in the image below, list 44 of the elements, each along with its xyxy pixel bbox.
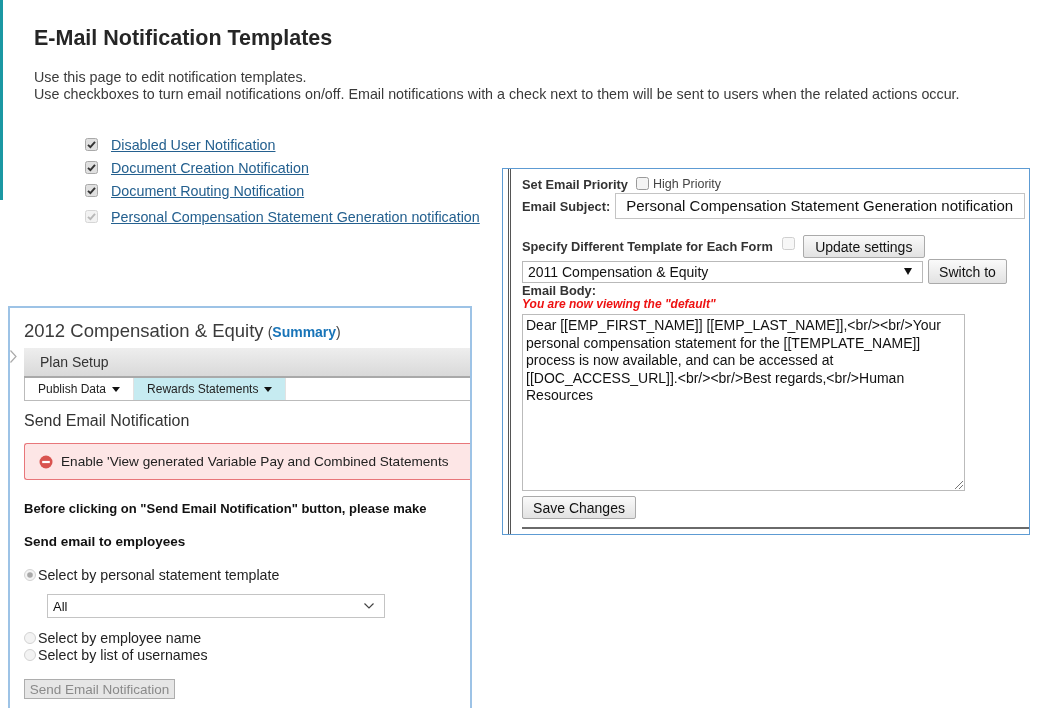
caret-down-icon <box>112 386 121 392</box>
summary-link[interactable]: (Summary) <box>267 324 341 340</box>
radio-button[interactable] <box>24 631 36 644</box>
caret-down-icon <box>264 386 273 392</box>
checkbox[interactable] <box>85 138 98 151</box>
form-select[interactable]: 2011 Compensation & Equity <box>522 260 923 283</box>
email-body-field[interactable]: Dear [[EMP_FIRST_NAME]] [[EMP_LAST_NAME]],<br/><br/>Your personal compensation statement for the [[TEMPLATE_NAME]] process is now available, and can be accessed at [[DOC_ACCESS_URL]].<br/><br/>Best regards,<br/>Human Resources <box>522 314 965 491</box>
notification-link[interactable]: Document Creation Notification <box>111 159 309 176</box>
checkbox[interactable] <box>635 176 649 190</box>
priority-label: Set Email Priority <box>522 176 628 192</box>
intro-text: Use checkboxes to turn email notifications on/off. Email notifications with a check next to them will be sent to users when the related actions occur. <box>34 86 960 103</box>
intro-text: Use this page to edit notification templates. <box>34 69 308 86</box>
recipients-heading: Send email to employees <box>24 533 187 551</box>
viewing-note: You are now viewing the "default" <box>522 298 716 311</box>
radio-button[interactable] <box>24 648 36 661</box>
radio-label: Select by employee name <box>38 629 202 646</box>
plan-title: 2012 Compensation & Equity <box>24 319 264 343</box>
chevron-down-icon <box>364 603 374 609</box>
alert-text: Enable 'View generated Variable Pay and Combined Statements <box>61 454 449 469</box>
chevron-right-icon[interactable] <box>10 350 17 363</box>
template-select[interactable]: All <box>47 594 385 618</box>
switch-to-button[interactable]: Switch to <box>928 259 1007 284</box>
menu-tab[interactable]: Rewards Statements <box>134 378 287 400</box>
subject-label: Email Subject: <box>522 198 611 214</box>
notification-link[interactable]: Disabled User Notification <box>111 136 276 153</box>
per-form-label: Specify Different Template for Each Form <box>522 239 773 254</box>
body-label: Email Body: <box>522 284 596 298</box>
update-settings-button[interactable]: Update settings <box>802 235 925 258</box>
resize-grip-icon[interactable] <box>954 480 963 489</box>
dropdown-arrow-icon <box>904 268 912 275</box>
section-title: Send Email Notification <box>24 411 191 431</box>
page-title: E-Mail Notification Templates <box>34 25 334 52</box>
radio-button[interactable] <box>24 569 36 581</box>
menu-bar[interactable]: Plan Setup <box>24 348 470 378</box>
save-changes-button[interactable]: Save Changes <box>522 496 636 519</box>
radio-label: Select by list of usernames <box>38 646 208 663</box>
notification-link[interactable]: Document Routing Notification <box>111 182 305 199</box>
checkbox[interactable] <box>85 161 98 174</box>
instruction-text: Before clicking on "Send Email Notification" button, please make <box>24 500 428 518</box>
radio-label: Select by personal statement template <box>38 567 280 583</box>
checkbox[interactable] <box>85 184 98 197</box>
subject-field[interactable]: Personal Compensation Statement Generation notification <box>615 193 1026 219</box>
high-priority-label: High Priority <box>652 177 722 191</box>
error-icon <box>39 454 53 469</box>
